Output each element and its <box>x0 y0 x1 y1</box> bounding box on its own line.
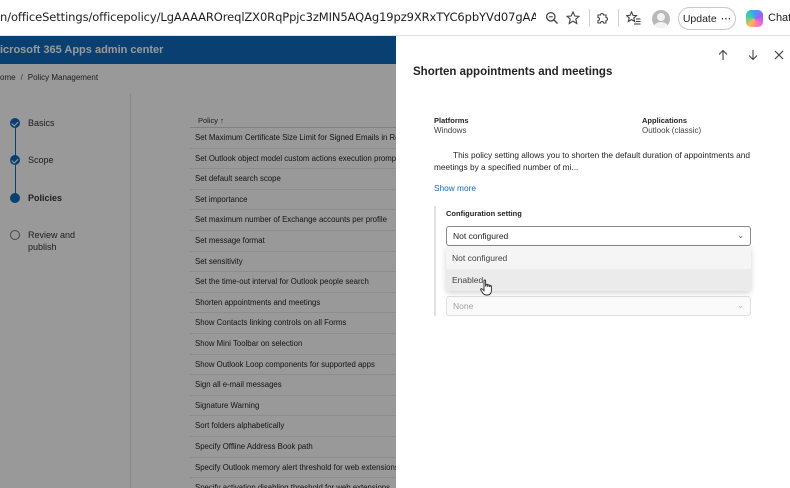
favorite-star-icon[interactable] <box>564 9 582 27</box>
browser-toolbar: n/officeSettings/officepolicy/LgAAAAROre… <box>0 0 790 36</box>
chevron-down-icon: ⌄ <box>737 231 744 240</box>
hand-cursor-icon <box>480 279 492 296</box>
secondary-select[interactable]: None ⌄ <box>446 296 751 316</box>
chevron-down-icon: ⌄ <box>737 301 744 310</box>
panel-title: Shorten appointments and meetings <box>413 66 613 78</box>
close-icon[interactable] <box>772 47 786 63</box>
secondary-select-value: None <box>453 301 474 311</box>
policy-description: This policy setting allows you to shorte… <box>434 150 751 172</box>
show-more-link[interactable]: Show more <box>434 183 476 193</box>
option-not-configured[interactable]: Not configured <box>446 247 751 269</box>
config-section-bar <box>434 206 436 316</box>
platforms-value: Windows <box>434 126 467 135</box>
policy-detail-panel: Shorten appointments and meetings Platfo… <box>396 36 790 488</box>
more-icon: ⋯ <box>720 12 732 25</box>
select-value: Not configured <box>453 231 509 241</box>
update-button[interactable]: Update ⋯ <box>678 7 736 30</box>
applications-label: Applications <box>642 116 688 125</box>
toolbar-separator <box>589 9 590 27</box>
previous-arrow-icon[interactable] <box>716 47 730 63</box>
next-arrow-icon[interactable] <box>746 47 760 63</box>
modal-overlay[interactable] <box>0 36 396 488</box>
applications-value: Outlook (classic) <box>642 126 702 135</box>
zoom-icon[interactable] <box>543 9 561 27</box>
copilot-icon[interactable] <box>746 10 763 27</box>
update-label: Update <box>682 12 717 25</box>
favorites-list-icon[interactable] <box>624 9 642 27</box>
profile-avatar[interactable] <box>652 10 670 28</box>
configuration-select[interactable]: Not configured ⌄ <box>446 226 751 246</box>
extensions-icon[interactable] <box>593 9 611 27</box>
platforms-label: Platforms <box>434 116 469 125</box>
config-setting-label: Configuration setting <box>446 209 522 218</box>
chat-label[interactable]: Chat <box>768 12 790 24</box>
toolbar-separator <box>618 9 619 27</box>
address-bar[interactable]: n/officeSettings/officepolicy/LgAAAAROre… <box>0 10 536 24</box>
